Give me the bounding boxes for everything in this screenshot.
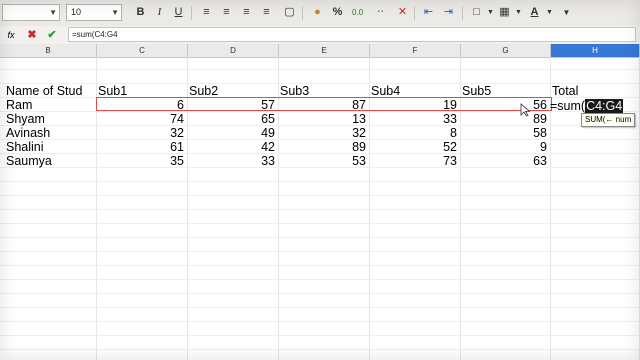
column-header[interactable]: E	[279, 44, 370, 57]
score-cell[interactable]: 33	[188, 154, 278, 168]
header-cell[interactable]: Sub1	[98, 84, 186, 98]
score-cell[interactable]: 32	[97, 126, 187, 140]
formula-bar: fx ✖ ✔ =sum(C4:G4	[0, 26, 640, 45]
column-header[interactable]: F	[370, 44, 461, 57]
column-header[interactable]: B	[0, 44, 97, 57]
selected-range-reference: C4:G4	[585, 99, 624, 113]
score-cell[interactable]: 42	[188, 140, 278, 154]
name-cell[interactable]: Shalini	[6, 140, 96, 154]
header-cell[interactable]: Sub5	[462, 84, 549, 98]
score-cell[interactable]: 74	[97, 112, 187, 126]
currency-icon[interactable]: ●	[309, 4, 326, 21]
name-cell[interactable]: Ram	[6, 98, 96, 112]
score-cell[interactable]: 35	[97, 154, 187, 168]
name-cell[interactable]: Shyam	[6, 112, 96, 126]
merge-cells-icon[interactable]: ▢	[281, 4, 298, 21]
align-right-icon[interactable]: ≡	[238, 4, 255, 21]
score-cell[interactable]: 32	[279, 126, 369, 140]
font-size-value: 10	[71, 7, 82, 17]
score-cell[interactable]: 33	[370, 112, 460, 126]
cancel-icon[interactable]: ✖	[24, 27, 40, 43]
column-header-row: B C D E F G H	[0, 44, 640, 58]
function-wizard-icon[interactable]: fx	[3, 27, 19, 43]
score-cell[interactable]: 89	[461, 112, 550, 126]
align-left-icon[interactable]: ≡	[198, 4, 215, 21]
align-center-icon[interactable]: ≡	[218, 4, 235, 21]
score-cell[interactable]: 49	[188, 126, 278, 140]
header-cell[interactable]: Sub4	[371, 84, 459, 98]
score-cell[interactable]: 65	[188, 112, 278, 126]
header-cell-total[interactable]: Total	[552, 84, 638, 98]
accept-icon[interactable]: ✔	[44, 27, 60, 43]
header-cell-name[interactable]: Name of Stud	[6, 84, 96, 98]
justify-icon[interactable]: ≡	[258, 4, 275, 21]
name-cell[interactable]: Avinash	[6, 126, 96, 140]
increase-indent-icon[interactable]: ⇥	[440, 4, 457, 21]
chevron-down-icon[interactable]: ▼	[49, 5, 57, 20]
add-decimal-icon[interactable]: ⋅⋅	[372, 4, 389, 21]
percent-button[interactable]: %	[329, 4, 346, 21]
delete-decimal-icon[interactable]: ✕	[394, 4, 411, 21]
mouse-pointer-icon	[520, 103, 531, 117]
score-cell[interactable]: 9	[461, 140, 550, 154]
score-cell[interactable]: 89	[279, 140, 369, 154]
function-tooltip: SUM(← num	[581, 113, 636, 127]
score-cell[interactable]: 52	[370, 140, 460, 154]
active-cell-editor[interactable]: =sum(C4:G4	[550, 99, 624, 113]
column-header-selected[interactable]: H	[551, 44, 640, 57]
chevron-down-icon[interactable]: ▼	[541, 4, 558, 21]
bold-button[interactable]: B	[132, 4, 149, 21]
standard-format-icon[interactable]: 0.0	[349, 4, 366, 21]
header-cell[interactable]: Sub2	[189, 84, 277, 98]
score-cell[interactable]: 58	[461, 126, 550, 140]
column-header[interactable]: C	[97, 44, 188, 57]
score-cell[interactable]: 8	[370, 126, 460, 140]
formula-input[interactable]: =sum(C4:G4	[68, 27, 636, 42]
name-cell[interactable]: Saumya	[6, 154, 96, 168]
score-cell[interactable]: 53	[279, 154, 369, 168]
font-size-combo[interactable]: 10 ▼	[66, 4, 122, 21]
spreadsheet-grid[interactable]: Name of Stud Sub1 Sub2 Sub3 Sub4 Sub5 To…	[0, 57, 640, 360]
score-cell[interactable]: 63	[461, 154, 550, 168]
font-name-combo[interactable]: ▼	[2, 4, 60, 21]
score-cell[interactable]: 73	[370, 154, 460, 168]
column-header[interactable]: G	[461, 44, 551, 57]
formula-prefix: =sum(	[550, 99, 586, 113]
chevron-down-icon[interactable]: ▼	[510, 4, 527, 21]
score-cell[interactable]: 13	[279, 112, 369, 126]
column-header[interactable]: D	[188, 44, 279, 57]
decrease-indent-icon[interactable]: ⇤	[420, 4, 437, 21]
header-cell[interactable]: Sub3	[280, 84, 368, 98]
formatting-toolbar: ▼ 10 ▼ B I U ≡ ≡ ≡ ≡ ▢ ● % 0.0 ⋅⋅ ✕ ⇤ ⇥ …	[0, 0, 640, 27]
score-cell[interactable]: 61	[97, 140, 187, 154]
italic-button[interactable]: I	[151, 4, 168, 21]
referenced-range-highlight	[96, 97, 552, 111]
chevron-down-icon[interactable]: ▼	[111, 5, 119, 20]
underline-button[interactable]: U	[170, 4, 187, 21]
toolbar-overflow-icon[interactable]: ▼	[558, 4, 575, 21]
